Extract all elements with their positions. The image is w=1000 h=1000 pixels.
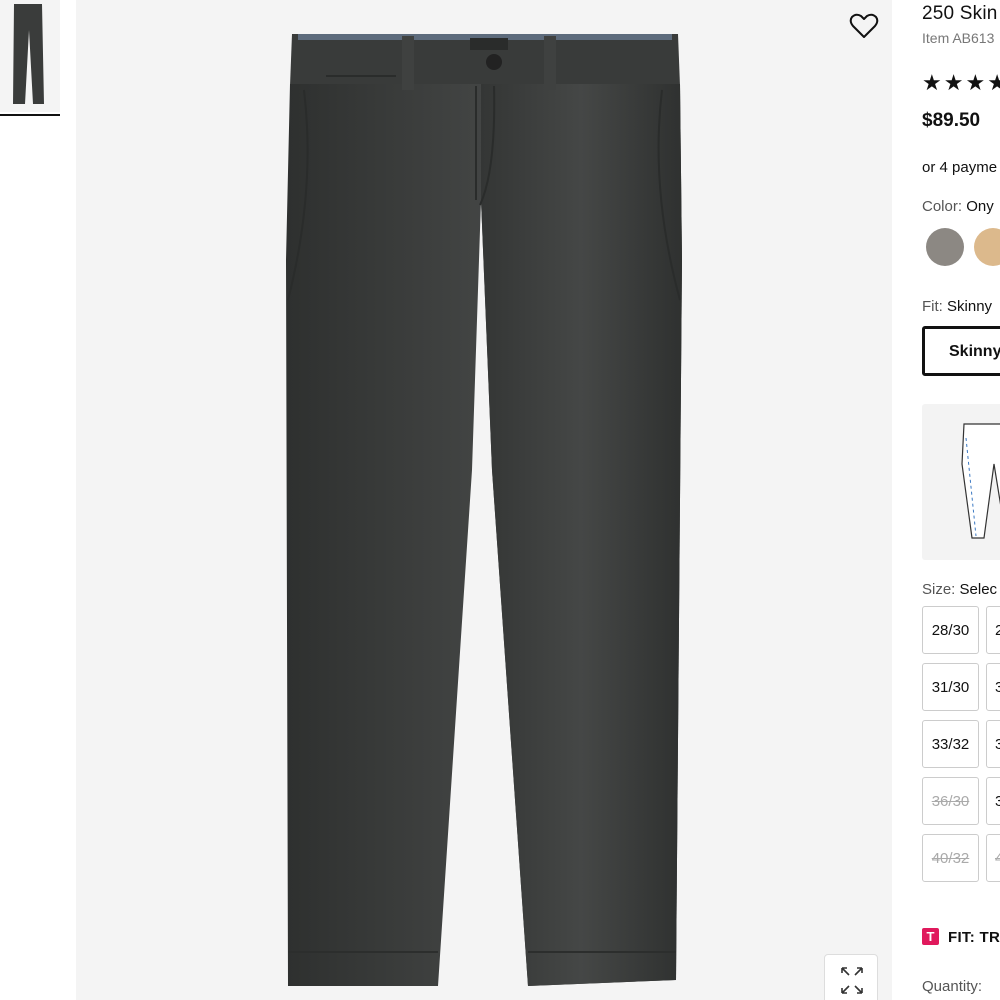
favorite-heart-icon[interactable]: [848, 10, 880, 42]
star-icon: ★: [922, 70, 942, 95]
product-price: $89.50: [922, 110, 981, 131]
star-icon: ★: [965, 70, 986, 95]
fit-true-to-size-text[interactable]: FIT: TRU: [948, 929, 1000, 946]
size-option-button: 36/30: [922, 777, 979, 825]
installment-payments-text[interactable]: or 4 payme: [922, 159, 997, 176]
product-thumbnail[interactable]: [0, 0, 60, 116]
size-option-button[interactable]: 3: [986, 777, 1000, 825]
size-option-button: 4: [986, 834, 1000, 882]
size-label: Size: Selec: [922, 581, 998, 598]
size-option-button[interactable]: 2: [986, 606, 1000, 654]
product-info-panel: 250 Skin Item AB613 ★ ★ ★ ★ $89.50 or 4 …: [922, 0, 1000, 1000]
rating-stars[interactable]: ★ ★ ★ ★: [922, 72, 1000, 94]
khaki-color-swatch[interactable]: [974, 228, 1000, 266]
product-title: 250 Skin: [922, 3, 998, 24]
size-option-button[interactable]: 28/30: [922, 606, 979, 654]
gray-color-swatch[interactable]: [926, 228, 964, 266]
size-option-button[interactable]: 31/30: [922, 663, 979, 711]
color-label: Color: Ony: [922, 198, 994, 215]
pants-outline-icon: [961, 423, 1000, 539]
size-option-button[interactable]: 3: [986, 720, 1000, 768]
color-value: Ony: [966, 198, 994, 215]
size-option-button: 40/32: [922, 834, 979, 882]
fit-label: Fit: Skinny: [922, 298, 993, 315]
item-number: Item AB613: [922, 30, 995, 46]
size-option-button[interactable]: 3: [986, 663, 1000, 711]
size-option-button[interactable]: 33/32: [922, 720, 979, 768]
fit-badge-icon: T: [922, 928, 939, 945]
expand-icon: [841, 967, 863, 994]
size-value: Selec: [959, 581, 998, 598]
zoom-button[interactable]: [824, 954, 878, 1000]
fit-value: Skinny: [947, 298, 993, 315]
quantity-label: Quantity:: [922, 978, 983, 995]
star-icon: ★: [943, 70, 964, 95]
fit-illustration: [922, 404, 1000, 560]
fit-option-skinny-button[interactable]: Skinny: [922, 326, 1000, 376]
product-image: [76, 0, 892, 1000]
star-icon: ★: [987, 70, 1000, 95]
pants-photo: [286, 34, 682, 986]
